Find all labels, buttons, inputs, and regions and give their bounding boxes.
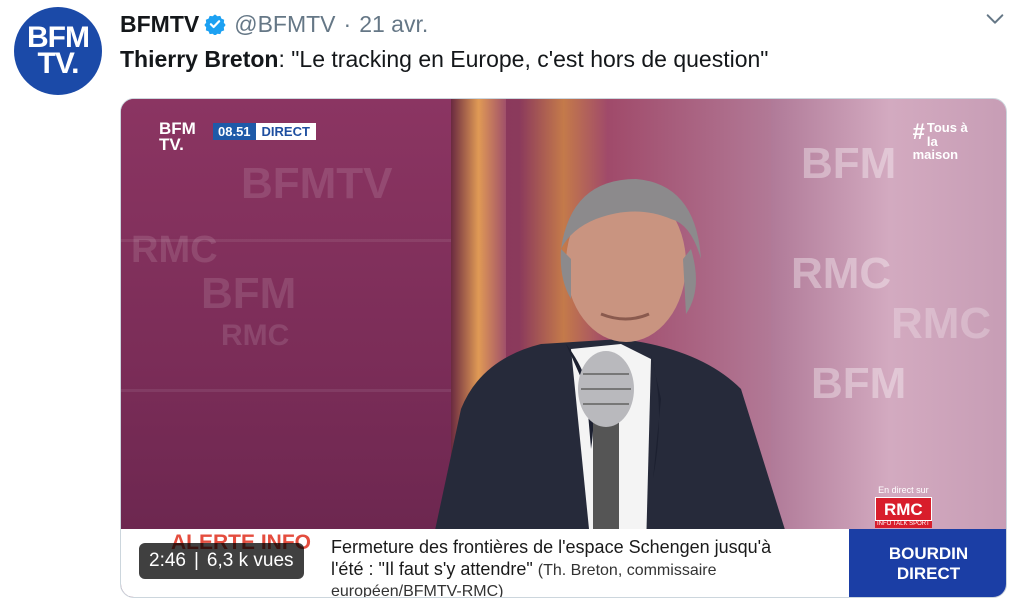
video-views: 6,3 k vues xyxy=(206,550,294,571)
channel-logo: BFM TV. xyxy=(159,120,196,155)
header-separator: · xyxy=(343,10,352,37)
video-player[interactable]: BFMTV RMC BFM RMC BFM RMC BFM RMC BFM TV… xyxy=(120,98,1007,598)
author-handle[interactable]: @BFMTV xyxy=(234,11,335,38)
avatar-text-line2: TV. xyxy=(37,47,80,80)
headline: Fermeture des frontières de l'espace Sch… xyxy=(331,537,851,597)
video-duration: 2:46 xyxy=(149,550,186,571)
tweet-date[interactable]: 21 avr. xyxy=(359,11,428,38)
hashtag-symbol: # xyxy=(912,119,925,144)
guest-speaker-figure xyxy=(431,179,791,549)
studio-backdrop-right: BFM RMC BFM RMC xyxy=(771,99,1006,529)
tweet-text: Thierry Breton: "Le tracking en Europe, … xyxy=(120,46,768,73)
badge-divider: | xyxy=(193,550,199,571)
author-avatar[interactable]: BFM TV. xyxy=(14,7,102,95)
studio-background: BFMTV RMC BFM RMC xyxy=(121,99,451,529)
headline-line2: l'été : "Il faut s'y attendre" xyxy=(331,558,533,579)
show-name-badge: BOURDIN DIRECT xyxy=(849,529,1006,597)
live-label: DIRECT xyxy=(255,123,316,140)
show-name-line2: DIRECT xyxy=(896,564,961,583)
verified-badge-icon xyxy=(204,14,226,35)
chevron-down-icon[interactable] xyxy=(984,8,1006,30)
broadcast-time: 08.51 xyxy=(213,123,256,140)
partner-logo: RMC xyxy=(875,497,932,521)
live-indicator: 08.51 DIRECT xyxy=(213,123,316,140)
hashtag-line2: maison xyxy=(912,147,959,163)
show-name-line1: BOURDIN xyxy=(888,544,969,564)
partner-tagline: INFO TALK SPORT xyxy=(875,521,932,528)
tweet-speaker: Thierry Breton xyxy=(120,46,279,72)
headline-line1: Fermeture des frontières de l'espace Sch… xyxy=(331,537,772,557)
tweet-quote: : "Le tracking en Europe, c'est hors de … xyxy=(278,46,769,72)
partner-caption: En direct sur xyxy=(878,485,929,495)
author-name[interactable]: BFMTV xyxy=(120,11,199,38)
partner-logo-box: En direct sur RMC INFO TALK SPORT xyxy=(875,485,932,528)
tweet-header: BFMTV @BFMTV · 21 avr. xyxy=(120,9,428,39)
hashtag-overlay: # Tous à la maison xyxy=(913,121,968,162)
video-stats-badge: 2:46 | 6,3 k vues xyxy=(139,543,304,579)
channel-logo-line2: TV. xyxy=(159,135,184,155)
